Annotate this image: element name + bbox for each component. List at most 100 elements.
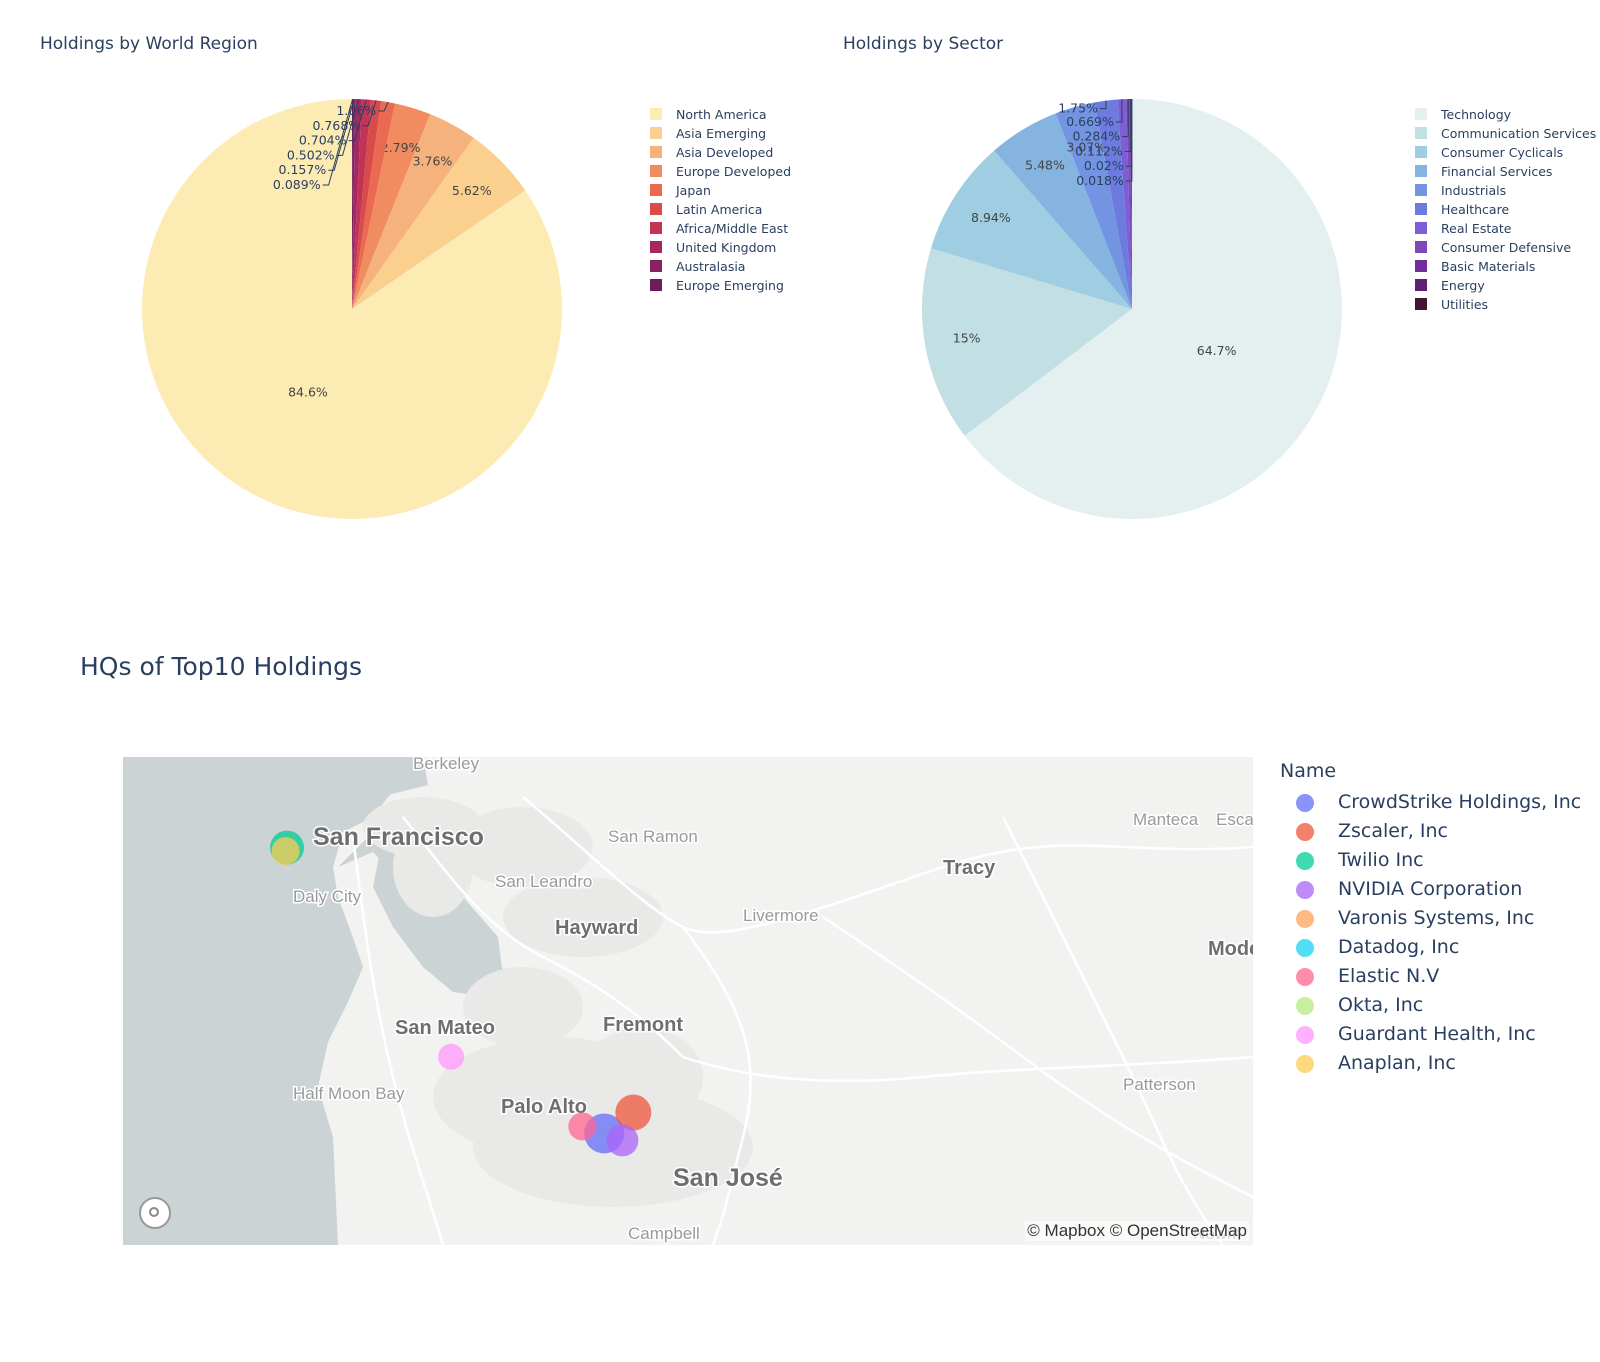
legend-item[interactable]: Latin America [650, 200, 791, 219]
map-legend-label: Twilio Inc [1338, 849, 1424, 871]
legend-item[interactable]: Consumer Defensive [1415, 238, 1596, 257]
map-legend-label: CrowdStrike Holdings, Inc [1338, 791, 1582, 813]
legend-marker-icon [1296, 968, 1314, 986]
legend-item[interactable]: Consumer Cyclicals [1415, 143, 1596, 162]
slice-label-1: 15% [953, 331, 981, 346]
legend-label: Japan [676, 183, 711, 198]
legend-item[interactable]: Europe Emerging [650, 276, 791, 295]
legend-label: Europe Emerging [676, 278, 784, 293]
slice-label-4: 1.06% [336, 103, 376, 118]
legend-swatch [1415, 203, 1427, 215]
place-label: San Leandro [495, 872, 592, 891]
map-legend-label: NVIDIA Corporation [1338, 878, 1523, 900]
legend-marker-icon [1296, 823, 1314, 841]
map-legend-item[interactable]: Guardant Health, Inc [1280, 1020, 1581, 1049]
legend-label: Energy [1441, 278, 1485, 293]
legend-item[interactable]: Asia Developed [650, 143, 791, 162]
place-label: Berkeley [413, 757, 480, 773]
legend-marker-icon [1296, 1055, 1314, 1073]
legend-marker-icon [1296, 794, 1314, 812]
legend-label: Consumer Defensive [1441, 240, 1572, 255]
map-legend-item[interactable]: Zscaler, Inc [1280, 817, 1581, 846]
hq-marker[interactable] [606, 1124, 639, 1157]
place-label: San Francisco [313, 823, 484, 851]
legend-label: Australasia [676, 259, 746, 274]
map-legend-item[interactable]: Okta, Inc [1280, 991, 1581, 1020]
slice-label-7: 0.502% [287, 147, 335, 162]
legend-label: Consumer Cyclicals [1441, 145, 1564, 160]
map-legend-label: Guardant Health, Inc [1338, 1023, 1536, 1045]
hq-map[interactable]: Berkeley San Francisco San Ramon Manteca Esc… [123, 757, 1253, 1245]
legend-title: Name [1280, 760, 1337, 782]
map-legend-item[interactable]: Varonis Systems, Inc [1280, 904, 1581, 933]
map-canvas[interactable]: Berkeley San Francisco San Ramon Manteca Esc… [123, 757, 1253, 1245]
legend-item[interactable]: Australasia [650, 257, 791, 276]
map-legend-item[interactable]: NVIDIA Corporation [1280, 875, 1581, 904]
legend-swatch [1415, 279, 1427, 291]
slice-label-2: 8.94% [971, 210, 1011, 225]
map-legend-label: Anaplan, Inc [1338, 1052, 1456, 1074]
hq-marker[interactable] [438, 1043, 465, 1070]
map-legend-item[interactable]: Datadog, Inc [1280, 933, 1581, 962]
legend-swatch [1415, 127, 1427, 139]
legend-label: Utilities [1441, 297, 1489, 312]
legend-item[interactable]: North America [650, 105, 791, 124]
mapbox-logo-icon[interactable] [139, 1197, 171, 1229]
legend-swatch [650, 108, 662, 120]
legend-item[interactable]: Africa/Middle East [650, 219, 791, 238]
legend-label: United Kingdom [676, 240, 777, 255]
legend-marker-icon [1296, 910, 1314, 928]
road-6 [1001, 816, 1225, 1245]
place-label: Manteca [1133, 810, 1199, 829]
legend-item[interactable]: Europe Developed [650, 162, 791, 181]
map-legend-item[interactable]: Anaplan, Inc [1280, 1049, 1581, 1078]
place-label: Hayward [555, 917, 638, 939]
legend-swatch [650, 146, 662, 158]
slice-label-10: 0.018% [1076, 173, 1124, 188]
legend-marker-icon [1296, 997, 1314, 1015]
map-legend-item[interactable]: Twilio Inc [1280, 846, 1581, 875]
legend-swatch [650, 260, 662, 272]
legend-item[interactable]: Utilities [1415, 295, 1596, 314]
slice-label-6: 0.669% [1066, 114, 1114, 129]
legend-swatch [1415, 165, 1427, 177]
legend-swatch [1415, 222, 1427, 234]
legend-swatch [650, 165, 662, 177]
legend-item[interactable]: Asia Emerging [650, 124, 791, 143]
legend-item[interactable]: Basic Materials [1415, 257, 1596, 276]
map-legend-item[interactable]: CrowdStrike Holdings, Inc [1280, 788, 1581, 817]
map-legend-item[interactable]: Elastic N.V [1280, 962, 1581, 991]
legend-swatch [1415, 146, 1427, 158]
legend-item[interactable]: Energy [1415, 276, 1596, 295]
legend-item[interactable]: Technology [1415, 105, 1596, 124]
place-label: San Mateo [395, 1017, 495, 1039]
legend-swatch [650, 127, 662, 139]
place-label: Patterson [1123, 1075, 1196, 1094]
place-label: Esca [1216, 810, 1253, 829]
legend-item[interactable]: United Kingdom [650, 238, 791, 257]
slice-label-0: 64.7% [1197, 343, 1237, 358]
legend-label: Asia Emerging [676, 126, 767, 141]
place-label: Campbell [628, 1224, 700, 1243]
map-legend-label: Elastic N.V [1338, 965, 1440, 987]
map-legend-label: Zscaler, Inc [1338, 820, 1448, 842]
legend-label: Europe Developed [676, 164, 792, 179]
legend-item[interactable]: Real Estate [1415, 219, 1596, 238]
slice-label-1: 5.62% [452, 183, 492, 198]
place-label: San José [673, 1164, 783, 1192]
legend-label: Africa/Middle East [676, 221, 789, 236]
legend-swatch [1415, 241, 1427, 253]
hq-marker[interactable] [568, 1112, 597, 1141]
legend-item[interactable]: Healthcare [1415, 200, 1596, 219]
slice-label-2: 3.76% [413, 154, 453, 169]
legend-item[interactable]: Industrials [1415, 181, 1596, 200]
legend-item[interactable]: Japan [650, 181, 791, 200]
legend-swatch [1415, 298, 1427, 310]
map-attribution[interactable]: © Mapbox © OpenStreetMap [1025, 1221, 1249, 1241]
legend-item[interactable]: Communication Services [1415, 124, 1596, 143]
legend-label: Financial Services [1441, 164, 1553, 179]
place-label: Tracy [943, 857, 996, 879]
legend-label: Industrials [1441, 183, 1507, 198]
legend-item[interactable]: Financial Services [1415, 162, 1596, 181]
hq-marker[interactable] [271, 837, 300, 866]
